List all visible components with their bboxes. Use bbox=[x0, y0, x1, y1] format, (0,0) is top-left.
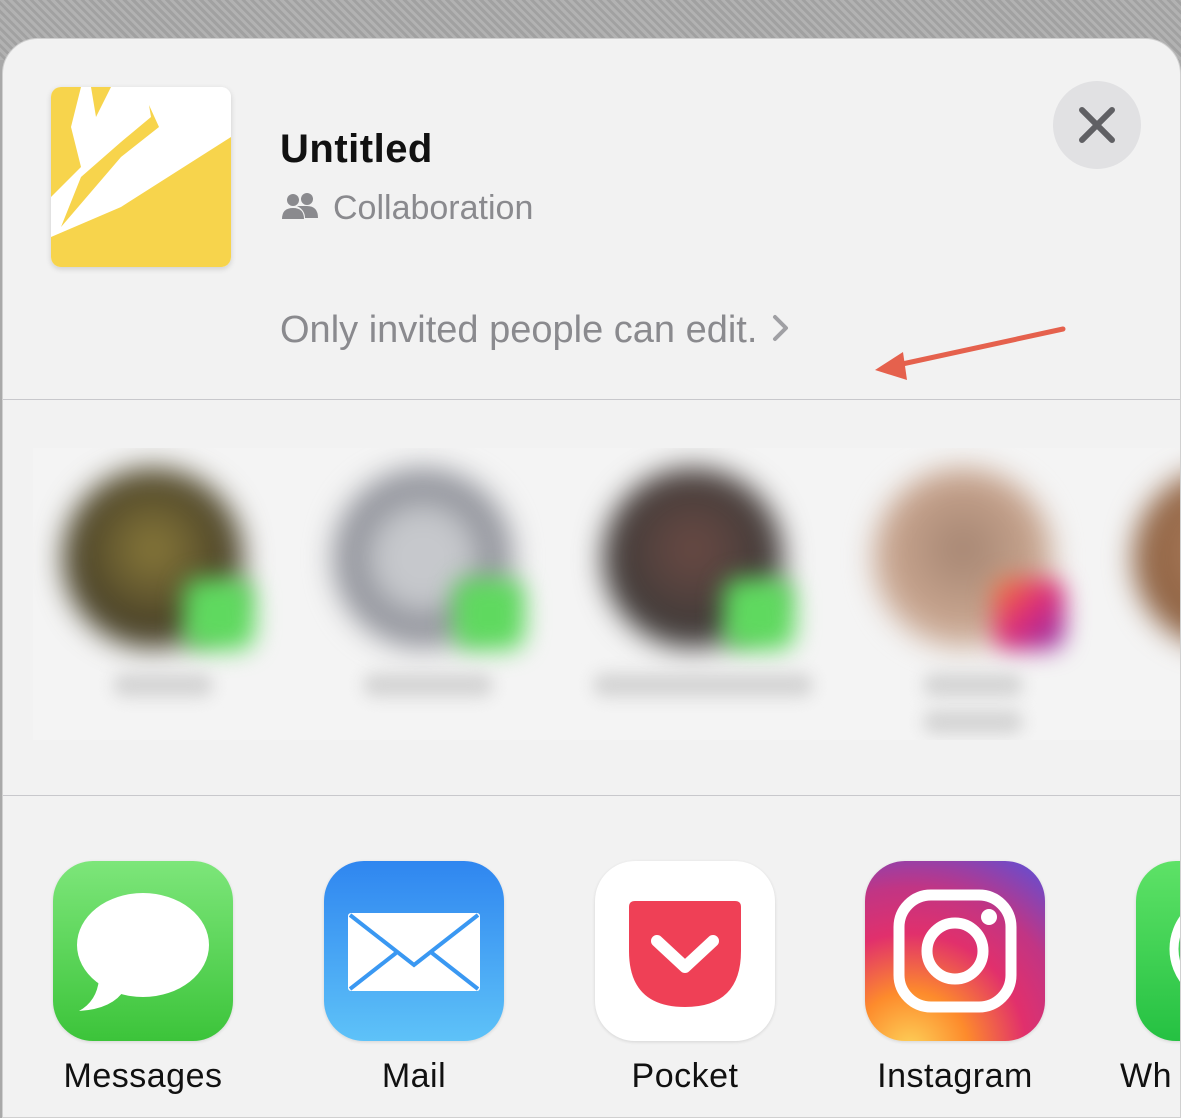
annotation-arrow-icon bbox=[875, 326, 1066, 380]
whatsapp-icon bbox=[1136, 861, 1180, 1041]
messages-icon bbox=[53, 861, 233, 1041]
app-label: Mail bbox=[381, 1057, 447, 1095]
app-label: Instagram bbox=[877, 1057, 1033, 1095]
person-name bbox=[593, 673, 813, 697]
people-suggestions bbox=[33, 448, 1180, 740]
person-suggestion-4[interactable] bbox=[863, 448, 1065, 740]
share-apps-row: Messages Mail Pocket Instagram Wh bbox=[3, 861, 1180, 1117]
divider-top bbox=[3, 399, 1180, 400]
person-name-line-2 bbox=[923, 710, 1023, 734]
person-suggestion-2[interactable] bbox=[323, 448, 525, 740]
instagram-icon bbox=[865, 861, 1045, 1041]
share-sheet: Untitled Collaboration Only invited peop… bbox=[2, 38, 1181, 1118]
person-suggestion-3[interactable] bbox=[593, 448, 813, 740]
app-label: Wh bbox=[1120, 1057, 1172, 1095]
people-icon bbox=[281, 192, 319, 225]
pocket-icon bbox=[595, 861, 775, 1041]
person-suggestion-5[interactable] bbox=[1123, 448, 1180, 740]
collaboration-row: Collaboration bbox=[281, 189, 533, 228]
document-title: Untitled bbox=[280, 127, 433, 171]
person-suggestion-1[interactable] bbox=[53, 448, 255, 740]
close-button[interactable] bbox=[1053, 81, 1141, 169]
avatar bbox=[1133, 468, 1180, 648]
permission-setting-button[interactable]: Only invited people can edit. bbox=[280, 309, 791, 352]
messages-badge-icon bbox=[723, 578, 795, 650]
permission-text: Only invited people can edit. bbox=[280, 309, 758, 351]
messages-badge-icon bbox=[453, 578, 525, 650]
person-name bbox=[923, 673, 1023, 697]
close-icon bbox=[1079, 107, 1115, 143]
instagram-badge-icon bbox=[993, 578, 1065, 650]
divider-bottom bbox=[3, 795, 1180, 796]
person-name bbox=[363, 673, 493, 697]
document-thumbnail bbox=[51, 87, 231, 267]
mail-icon bbox=[324, 861, 504, 1041]
chevron-right-icon bbox=[771, 313, 791, 348]
collaboration-label: Collaboration bbox=[333, 189, 534, 227]
person-name bbox=[113, 673, 213, 697]
messages-badge-icon bbox=[183, 578, 255, 650]
app-label: Pocket bbox=[631, 1057, 739, 1095]
app-label: Messages bbox=[63, 1057, 223, 1095]
